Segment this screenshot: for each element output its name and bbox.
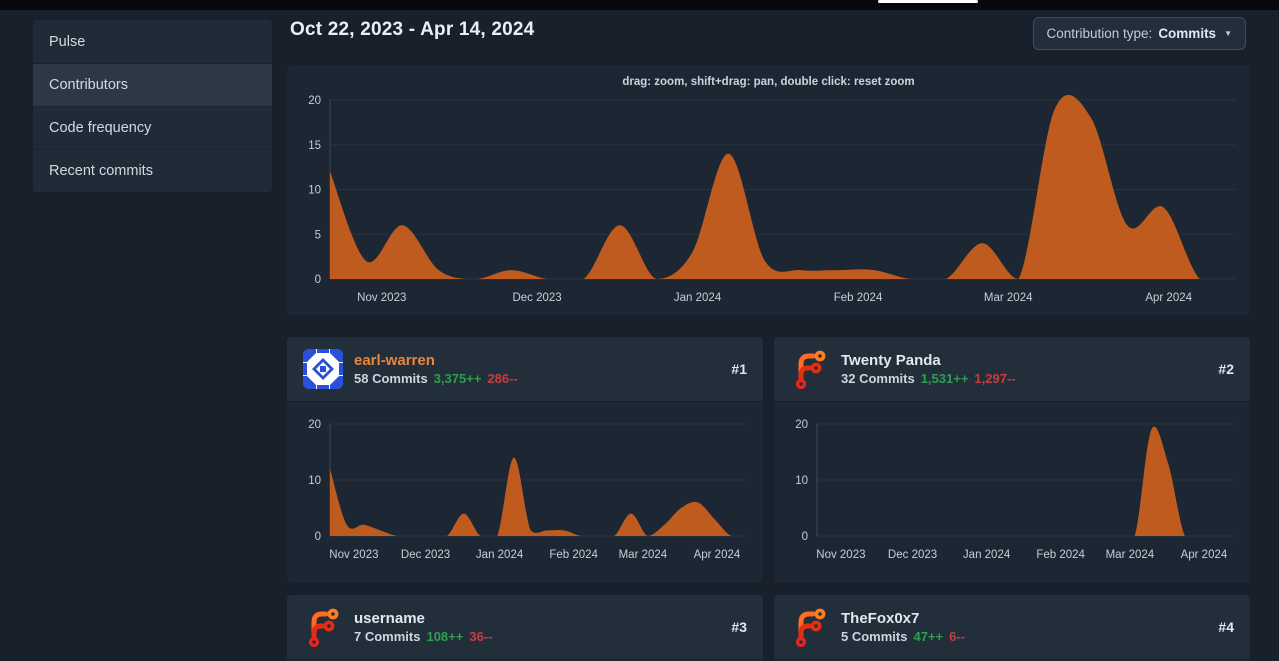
sidebar-item-code-frequency[interactable]: Code frequency	[33, 106, 272, 149]
top-tab-bar	[0, 0, 1279, 10]
contributor-card-2: Twenty Panda 32 Commits 1,531++ 1,297-- …	[774, 337, 1250, 583]
contribution-type-value: Commits	[1158, 26, 1216, 41]
svg-text:Jan 2024: Jan 2024	[963, 549, 1011, 561]
chevron-down-icon: ▼	[1224, 29, 1232, 38]
activity-sidebar: Pulse Contributors Code frequency Recent…	[33, 20, 272, 192]
svg-text:0: 0	[315, 274, 321, 286]
additions-count: 47++	[913, 628, 943, 645]
rank-badge: #3	[731, 619, 747, 635]
svg-text:20: 20	[795, 419, 808, 431]
deletions-count: 286--	[487, 370, 517, 387]
svg-text:Dec 2023: Dec 2023	[888, 549, 937, 561]
svg-text:Dec 2023: Dec 2023	[512, 292, 561, 304]
deletions-count: 1,297--	[974, 370, 1015, 387]
contributor-chart[interactable]: 0 10 20 Nov 2023 Dec 2023 Jan 2024 Feb 2024 Mar…	[287, 402, 763, 583]
svg-text:15: 15	[308, 140, 321, 152]
total-contributions-chart[interactable]: 0 5 10 15 20 Nov 2023 Dec 2023 Jan 2024 Feb 2024…	[287, 65, 1250, 315]
sidebar-item-pulse[interactable]: Pulse	[33, 20, 272, 63]
svg-text:Apr 2024: Apr 2024	[694, 549, 741, 561]
sidebar-item-contributors[interactable]: Contributors	[33, 63, 272, 106]
deletions-count: 36--	[469, 628, 492, 645]
svg-text:Apr 2024: Apr 2024	[1145, 292, 1192, 304]
active-tab-indicator[interactable]	[878, 0, 978, 3]
svg-text:10: 10	[795, 475, 808, 487]
commit-count: 32 Commits	[841, 370, 915, 387]
svg-text:Nov 2023: Nov 2023	[816, 549, 865, 561]
contribution-type-dropdown[interactable]: Contribution type: Commits ▼	[1033, 17, 1247, 50]
rank-badge: #2	[1218, 361, 1234, 377]
svg-text:Mar 2024: Mar 2024	[984, 292, 1033, 304]
svg-text:Nov 2023: Nov 2023	[329, 549, 378, 561]
svg-text:10: 10	[308, 185, 321, 197]
svg-text:0: 0	[315, 531, 321, 543]
contributor-chart[interactable]: 0 10 20 Nov 2023 Dec 2023 Jan 2024 Feb 2024 Mar…	[774, 402, 1250, 583]
forgejo-logo-avatar	[790, 349, 830, 389]
contributor-card-header: Twenty Panda 32 Commits 1,531++ 1,297-- …	[774, 337, 1250, 402]
rank-badge: #1	[731, 361, 747, 377]
contributor-card-3: username 7 Commits 108++ 36-- #3	[287, 595, 763, 661]
contributor-name[interactable]: TheFox0x7	[841, 609, 965, 628]
rank-badge: #4	[1218, 619, 1234, 635]
svg-text:Apr 2024: Apr 2024	[1181, 549, 1228, 561]
commit-count: 7 Commits	[354, 628, 420, 645]
svg-text:20: 20	[308, 419, 321, 431]
contributor-card-header: username 7 Commits 108++ 36-- #3	[287, 595, 763, 660]
total-contributions-card: drag: zoom, shift+drag: pan, double clic…	[287, 65, 1250, 315]
forgejo-logo-avatar	[790, 607, 830, 647]
contribution-type-label: Contribution type:	[1047, 26, 1153, 41]
contributor-name[interactable]: Twenty Panda	[841, 351, 1016, 370]
svg-text:Mar 2024: Mar 2024	[1106, 549, 1155, 561]
additions-count: 3,375++	[434, 370, 482, 387]
additions-count: 1,531++	[921, 370, 969, 387]
date-range-title: Oct 22, 2023 - Apr 14, 2024	[290, 19, 534, 41]
additions-count: 108++	[426, 628, 463, 645]
deletions-count: 6--	[949, 628, 965, 645]
contributor-name-link[interactable]: earl-warren	[354, 351, 518, 370]
svg-text:Dec 2023: Dec 2023	[401, 549, 450, 561]
svg-text:Feb 2024: Feb 2024	[1036, 549, 1085, 561]
forgejo-logo-avatar	[303, 607, 343, 647]
sidebar-item-recent-commits[interactable]: Recent commits	[33, 149, 272, 192]
contributor-card-1: earl-warren 58 Commits 3,375++ 286-- #1 …	[287, 337, 763, 583]
svg-text:Nov 2023: Nov 2023	[357, 292, 406, 304]
commit-count: 58 Commits	[354, 370, 428, 387]
svg-text:0: 0	[802, 531, 808, 543]
svg-text:Jan 2024: Jan 2024	[674, 292, 722, 304]
svg-text:Jan 2024: Jan 2024	[476, 549, 524, 561]
contributor-card-4: TheFox0x7 5 Commits 47++ 6-- #4	[774, 595, 1250, 661]
contributor-card-header: TheFox0x7 5 Commits 47++ 6-- #4	[774, 595, 1250, 660]
contributor-name[interactable]: username	[354, 609, 492, 628]
identicon-avatar	[303, 349, 343, 389]
svg-text:5: 5	[315, 229, 321, 241]
commit-count: 5 Commits	[841, 628, 907, 645]
svg-text:Feb 2024: Feb 2024	[834, 292, 883, 304]
svg-text:20: 20	[308, 95, 321, 107]
svg-text:Feb 2024: Feb 2024	[549, 549, 598, 561]
svg-text:10: 10	[308, 475, 321, 487]
contributor-card-header: earl-warren 58 Commits 3,375++ 286-- #1	[287, 337, 763, 402]
svg-text:Mar 2024: Mar 2024	[619, 549, 668, 561]
